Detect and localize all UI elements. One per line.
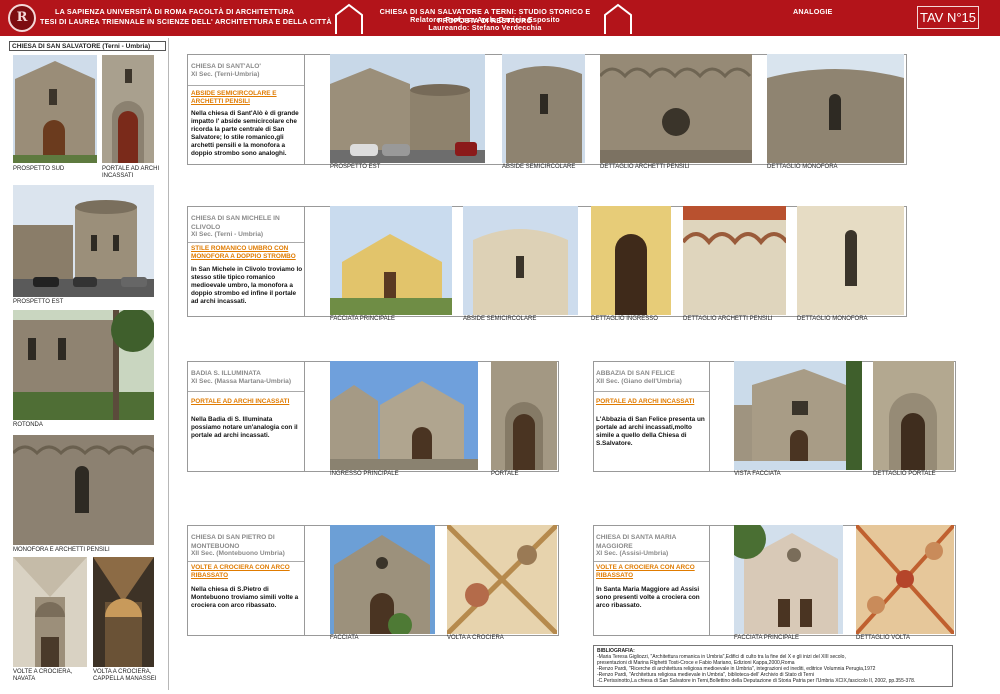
caption: DETTAGLIO VOLTA xyxy=(856,635,911,641)
panel-heading: VOLTE A CROCIERA CON ARCO RIBASSATO xyxy=(596,564,695,579)
university-seal-icon: R xyxy=(8,4,36,32)
photo-maria-facciata xyxy=(734,525,843,634)
photo-pietro-facciata xyxy=(330,525,435,634)
panel-subtitle: XII Sec. (Giano dell'Umbria) xyxy=(596,378,682,385)
caption: VISTA FACCIATA xyxy=(734,471,781,477)
photo-michele-monofora xyxy=(797,206,904,315)
caption: MONOFORA E ARCHETTI PENSILI xyxy=(13,547,110,553)
panel-heading: ABSIDE SEMICIRCOLARE E ARCHETTI PENSILI xyxy=(191,90,277,105)
left-column-title: CHIESA DI SAN SALVATORE (Terni - Umbria) xyxy=(9,41,166,51)
panel-body: In Santa Maria Maggiore ad Assisi sono p… xyxy=(596,586,700,609)
photo-rotonda xyxy=(13,310,154,420)
caption: PORTALE AD ARCHI INCASSATI xyxy=(102,166,160,179)
panel-body: Nella Badia di S. Illuminata possiamo no… xyxy=(191,416,298,439)
panel-subtitle: XI Sec. (Massa Martana-Umbria) xyxy=(191,378,292,385)
photo-prospetto-est xyxy=(13,185,154,297)
caption: VOLTA A CROCIERA, CAPPELLA MANASSEI xyxy=(93,669,157,682)
caption: DETTAGLIO MONOFORA xyxy=(767,164,838,170)
house-outline-icon xyxy=(601,2,635,34)
caption: DETTAGLIO ARCHETTI PENSILI xyxy=(600,164,690,170)
photo-santalo-archetti xyxy=(600,54,752,163)
panel-heading: VOLTE A CROCIERA CON ARCO RIBASSATO xyxy=(191,564,290,579)
caption: VOLTE A CROCIERA, NAVATA xyxy=(13,669,73,682)
photo-michele-ingresso xyxy=(591,206,671,315)
panel-heading: PORTALE AD ARCHI INCASSATI xyxy=(191,398,290,405)
panel-subtitle: XII Sec. (Montebuono Umbria) xyxy=(191,550,285,557)
university-name: LA SAPIENZA UNIVERSITÀ DI ROMA FACOLTÀ D… xyxy=(55,7,295,16)
caption: DETTAGLIO ARCHETTI PENSILI xyxy=(683,316,773,322)
panel-body: L'Abbazia di San Felice presenta un port… xyxy=(596,416,705,447)
caption: FACCIATA xyxy=(330,635,359,641)
caption: DETTAGLIO PORTALE xyxy=(873,471,936,477)
caption: FACCIATA PRINCIPALE xyxy=(330,316,396,322)
laureando: Laureando: Stefano Verdecchia xyxy=(428,23,542,32)
thesis-title: TESI DI LAUREA TRIENNALE IN SCIENZE DELL… xyxy=(40,17,332,26)
caption: ABSIDE SEMICIRCOLARE xyxy=(502,164,576,170)
panel-title: CHIESA DI SAN MICHELE IN CLIVOLO xyxy=(191,215,280,231)
photo-prospetto-sud xyxy=(13,55,97,163)
caption: ROTONDA xyxy=(13,422,43,428)
photo-santalo-monofora xyxy=(767,54,904,163)
photo-volte-navata xyxy=(13,557,87,667)
panel-heading: STILE ROMANICO UMBRO CON MONOFORA A DOPP… xyxy=(191,245,296,260)
caption: DETTAGLIO INGRESSO xyxy=(591,316,658,322)
caption: FACCIATA PRINCIPALE xyxy=(734,635,800,641)
caption: PROSPETTO SUD xyxy=(13,166,65,172)
caption: VOLTA A CROCIERA xyxy=(447,635,504,641)
panel-body: Nella chiesa di Sant'Alò è di grande imp… xyxy=(191,110,299,157)
photo-badia-ingresso xyxy=(330,361,478,470)
photo-michele-facciata xyxy=(330,206,452,315)
section-label: ANALOGIE xyxy=(793,7,833,16)
photo-michele-abside xyxy=(463,206,578,315)
photo-portale xyxy=(102,55,154,163)
photo-monofora xyxy=(13,435,154,545)
photo-volte-cappella xyxy=(93,557,154,667)
bibliography-line: -C.Perissinotto,La chiesa di San Salvato… xyxy=(597,678,916,684)
panel-title: CHIESA DI SANTA MARIA MAGGIORE xyxy=(596,534,677,550)
photo-michele-archetti xyxy=(683,206,786,315)
bibliography: BIBLIOGRAFIA: -Maria Teresa Gigliozzi, "… xyxy=(593,645,953,687)
caption: INGRESSO PRINCIPALE xyxy=(330,471,399,477)
tav-number: TAV N°15 xyxy=(917,6,979,29)
caption: ABSIDE SEMICIRCOLARE xyxy=(463,316,537,322)
photo-santalo-abside xyxy=(502,54,585,163)
photo-santalo-prospetto-est xyxy=(330,54,485,163)
panel-heading: PORTALE AD ARCHI INCASSATI xyxy=(596,398,695,405)
house-outline-icon xyxy=(332,2,366,34)
photo-felice-portale xyxy=(873,361,954,470)
panel-title: CHIESA DI SAN PIETRO DI MONTEBUONO xyxy=(191,534,275,550)
panel-subtitle: XI Sec. (Terni - Umbria) xyxy=(191,231,264,238)
caption: PROSPETTO EST xyxy=(330,164,381,170)
panel-body: Nella chiesa di S.Pietro di Montebuono t… xyxy=(191,586,299,609)
panel-subtitle: XI Sec. (Terni-Umbria) xyxy=(191,71,260,78)
photo-pietro-volta xyxy=(447,525,557,634)
photo-maria-volta xyxy=(856,525,954,634)
panel-body: In San Michele in Clivolo troviamo lo st… xyxy=(191,266,303,305)
caption: PORTALE xyxy=(491,471,519,477)
photo-badia-portale xyxy=(491,361,557,470)
photo-felice-facciata xyxy=(734,361,862,470)
caption: PROSPETTO EST xyxy=(13,299,64,305)
caption: DETTAGLIO MONOFORA xyxy=(797,316,868,322)
panel-subtitle: XI Sec. (Assisi-Umbria) xyxy=(596,550,669,557)
